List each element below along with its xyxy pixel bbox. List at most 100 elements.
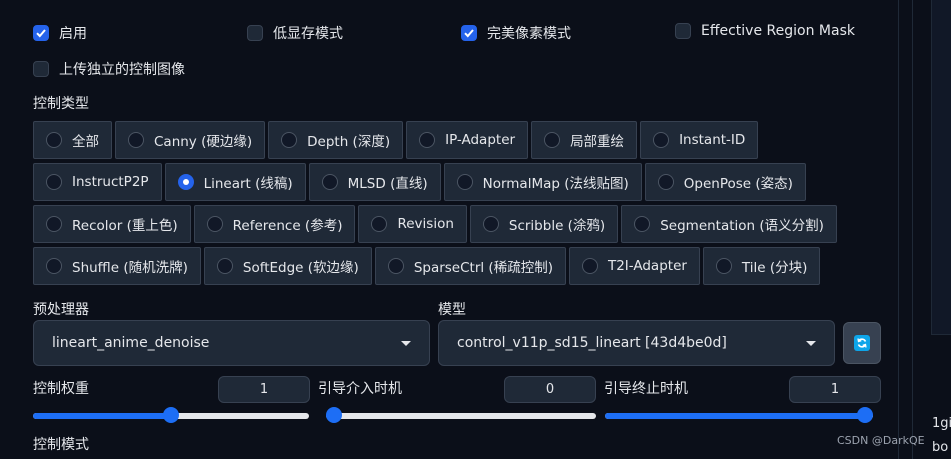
preprocessor-label: 预处理器: [33, 302, 89, 318]
model-label: 模型: [438, 302, 466, 318]
radio-dot-icon: [321, 174, 338, 190]
radio-label: InstructP2P: [72, 174, 149, 190]
radio-segmentation[interactable]: Segmentation (语义分割): [621, 205, 837, 243]
radio-dot-icon: [46, 174, 62, 190]
radio-openpose[interactable]: OpenPose (姿态): [644, 163, 806, 201]
preprocessor-dropdown[interactable]: lineart_anime_denoise: [33, 320, 430, 366]
radio-sparsectrl[interactable]: SparseCtrl (稀疏控制): [374, 247, 566, 285]
checkbox-unchecked-icon: [33, 61, 49, 77]
radio-inpaint[interactable]: 局部重绘: [531, 121, 638, 159]
radio-label: Segmentation (语义分割): [660, 218, 824, 234]
radio-dot-icon: [46, 258, 62, 274]
weight-number-input[interactable]: 1: [218, 376, 310, 403]
effective-region-mask-label: Effective Region Mask: [701, 23, 855, 39]
refresh-icon: [854, 335, 870, 351]
radio-recolor[interactable]: Recolor (重上色): [33, 205, 191, 243]
radio-label: Shuffle (随机洗牌): [72, 260, 188, 276]
model-dropdown[interactable]: control_v11p_sd15_lineart [43d4be0d]: [438, 320, 835, 366]
pixel-perfect-checkbox[interactable]: 完美像素模式: [461, 23, 571, 43]
control-type-title: 控制类型: [33, 96, 89, 112]
low-vram-checkbox[interactable]: 低显存模式: [247, 23, 343, 43]
start-label: 引导介入时机: [318, 381, 402, 397]
radio-scribble[interactable]: Scribble (涂鸦): [469, 205, 619, 243]
low-vram-label: 低显存模式: [273, 26, 343, 42]
effective-region-mask-checkbox[interactable]: Effective Region Mask: [675, 23, 855, 39]
upload-independent-checkbox[interactable]: 上传独立的控制图像: [33, 59, 185, 79]
slider-thumb[interactable]: [857, 407, 873, 423]
radio-label: MLSD (直线): [347, 176, 428, 192]
radio-dot-icon: [387, 258, 404, 274]
radio-dot-icon: [634, 216, 651, 232]
radio-shuffle[interactable]: Shuffle (随机洗牌): [33, 247, 201, 285]
slider-fill: [605, 413, 865, 419]
radio-label: Scribble (涂鸦): [508, 218, 606, 234]
radio-label: Instant-ID: [679, 132, 746, 148]
slider-thumb[interactable]: [163, 407, 179, 423]
caret-down-icon: [401, 340, 411, 346]
radio-dot-icon: [46, 132, 62, 148]
radio-label: SparseCtrl (稀疏控制): [413, 260, 553, 276]
radio-dot-icon: [581, 258, 598, 274]
preprocessor-value: lineart_anime_denoise: [52, 335, 210, 351]
radio-tile[interactable]: Tile (分块): [702, 247, 821, 285]
radio-label: OpenPose (姿态): [683, 176, 793, 192]
radio-dot-icon: [216, 258, 233, 274]
radio-label: Reference (参考): [232, 218, 343, 234]
radio-label: 局部重绘: [570, 134, 625, 150]
slider-thumb[interactable]: [326, 407, 342, 423]
radio-canny[interactable]: Canny (硬边缘): [115, 121, 266, 159]
radio-dot-icon: [371, 216, 388, 232]
radio-revision[interactable]: Revision: [358, 205, 467, 243]
end-number-input[interactable]: 1: [789, 376, 881, 403]
divider: [912, 0, 913, 459]
radio-reference[interactable]: Reference (参考): [193, 205, 356, 243]
checkbox-checked-icon: [33, 25, 49, 41]
radio-dot-icon: [46, 216, 62, 232]
controlnet-panel: 启用 低显存模式 完美像素模式 Effective Region Mask 上传…: [0, 0, 899, 459]
radio-label: Revision: [397, 216, 454, 232]
checkbox-checked-icon: [461, 25, 477, 41]
control-type-row: Recolor (重上色) Reference (参考) Revision Sc…: [33, 205, 840, 243]
start-slider[interactable]: [326, 407, 596, 425]
end-slider[interactable]: [605, 407, 873, 425]
radio-t2i-adapter[interactable]: T2I-Adapter: [568, 247, 700, 285]
radio-instant-id[interactable]: Instant-ID: [640, 121, 759, 159]
radio-label: T2I-Adapter: [607, 258, 687, 274]
enable-label: 启用: [59, 26, 87, 42]
radio-label: Tile (分块): [741, 260, 808, 276]
checkbox-unchecked-icon: [675, 23, 691, 39]
radio-instructp2p[interactable]: InstructP2P: [33, 163, 162, 201]
weight-slider[interactable]: [33, 407, 309, 425]
radio-dot-icon: [281, 132, 298, 148]
start-number-input[interactable]: 0: [504, 376, 596, 403]
right-gutter: 1gi bo: [909, 0, 951, 459]
radio-label: Depth (深度): [307, 134, 391, 150]
radio-lineart[interactable]: Lineart (线稿): [164, 163, 306, 201]
radio-softedge[interactable]: SoftEdge (软边缘): [203, 247, 372, 285]
enable-checkbox[interactable]: 启用: [33, 23, 87, 43]
checkbox-unchecked-icon: [247, 25, 263, 41]
radio-dot-icon: [206, 216, 223, 232]
radio-depth[interactable]: Depth (深度): [268, 121, 404, 159]
radio-dot-icon: [456, 174, 473, 190]
radio-label: Canny (硬边缘): [154, 134, 253, 150]
radio-dot-icon: [128, 132, 144, 148]
radio-dot-selected-icon: [177, 174, 194, 190]
radio-normalmap[interactable]: NormalMap (法线贴图): [443, 163, 642, 201]
slider-fill: [33, 413, 171, 419]
weight-label: 控制权重: [33, 381, 89, 397]
radio-dot-icon: [653, 132, 670, 148]
radio-mlsd[interactable]: MLSD (直线): [308, 163, 441, 201]
radio-label: IP-Adapter: [445, 132, 516, 148]
radio-dot-icon: [544, 132, 561, 148]
radio-label: SoftEdge (软边缘): [242, 260, 359, 276]
radio-label: 全部: [72, 134, 99, 150]
refresh-models-button[interactable]: [843, 322, 881, 364]
pixel-perfect-label: 完美像素模式: [487, 26, 571, 42]
radio-label: NormalMap (法线贴图): [482, 176, 629, 192]
radio-dot-icon: [482, 216, 499, 232]
radio-all[interactable]: 全部: [33, 121, 112, 159]
upload-independent-label: 上传独立的控制图像: [59, 62, 185, 78]
radio-ip-adapter[interactable]: IP-Adapter: [406, 121, 529, 159]
control-type-row: InstructP2P Lineart (线稿) MLSD (直线) Norma…: [33, 163, 809, 201]
